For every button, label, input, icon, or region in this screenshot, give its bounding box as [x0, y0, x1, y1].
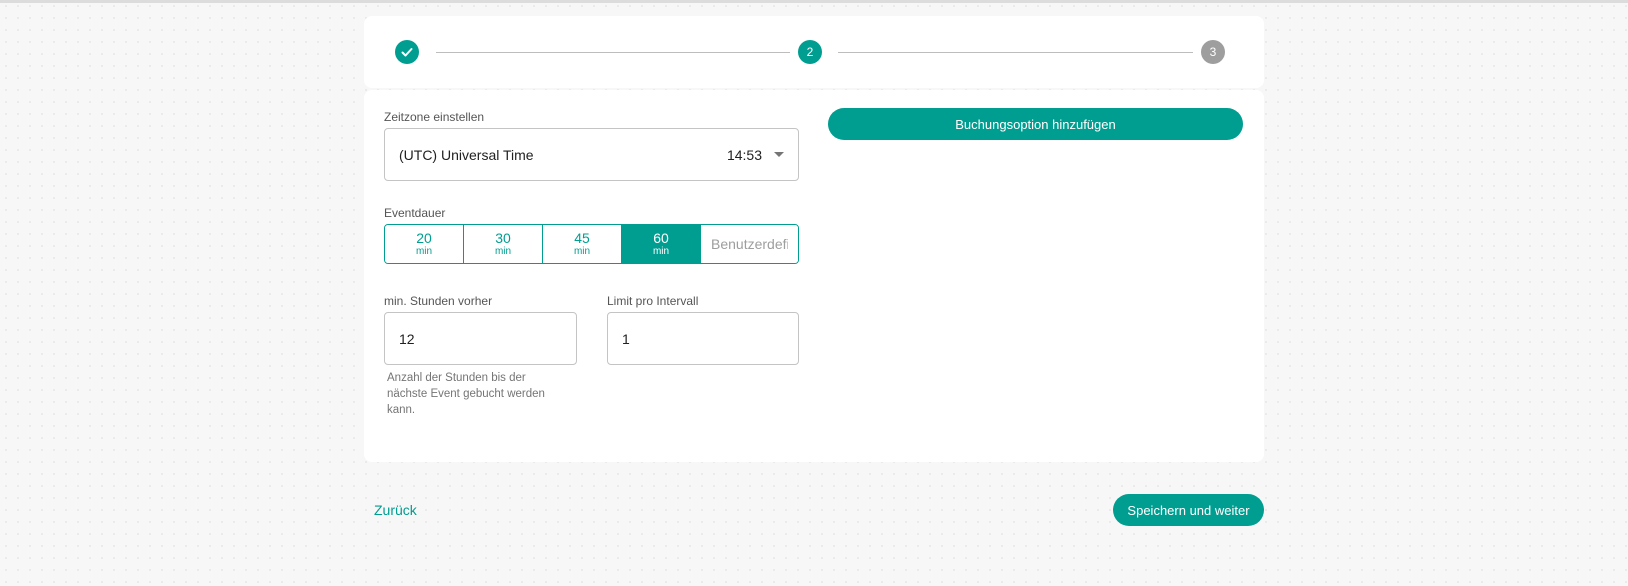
caret-down-icon	[774, 152, 784, 157]
duration-value: 60	[653, 230, 669, 246]
limit-label: Limit pro Intervall	[607, 294, 699, 308]
check-icon	[401, 48, 413, 57]
duration-option-45[interactable]: 45 min	[543, 225, 622, 263]
timezone-value: (UTC) Universal Time	[399, 146, 534, 163]
stepper: 2 3	[364, 16, 1264, 88]
duration-unit: min	[415, 246, 433, 257]
min-hours-label: min. Stunden vorher	[384, 294, 493, 308]
step-connector	[838, 52, 1193, 53]
duration-option-60[interactable]: 60 min	[622, 225, 701, 263]
duration-value: 45	[574, 230, 590, 246]
duration-option-30[interactable]: 30 min	[464, 225, 543, 263]
settings-card: Zeitzone einstellen (UTC) Universal Time…	[364, 90, 1264, 462]
timezone-label: Zeitzone einstellen	[384, 110, 485, 124]
add-booking-option-button[interactable]: Buchungsoption hinzufügen	[828, 108, 1243, 140]
limit-input[interactable]	[607, 312, 799, 365]
timezone-select[interactable]: (UTC) Universal Time 14:53	[384, 128, 799, 181]
duration-toggle-group: 20 min 30 min 45 min 60 min	[384, 224, 799, 264]
duration-unit: min	[652, 246, 670, 257]
duration-value: 20	[416, 230, 432, 246]
step-1-completed[interactable]	[395, 40, 419, 64]
duration-label: Eventdauer	[384, 206, 446, 220]
custom-duration-input[interactable]	[701, 225, 798, 263]
min-hours-input[interactable]	[384, 312, 577, 365]
duration-unit: min	[494, 246, 512, 257]
duration-option-20[interactable]: 20 min	[385, 225, 464, 263]
duration-value: 30	[495, 230, 511, 246]
step-3-pending[interactable]: 3	[1201, 40, 1225, 64]
back-link[interactable]: Zurück	[374, 502, 417, 518]
save-and-continue-button[interactable]: Speichern und weiter	[1113, 494, 1264, 526]
duration-unit: min	[573, 246, 591, 257]
min-hours-hint: Anzahl der Stunden bis der nächste Event…	[387, 372, 545, 416]
step-connector	[436, 52, 790, 53]
step-2-active[interactable]: 2	[798, 40, 822, 64]
timezone-time: 14:53	[726, 146, 762, 163]
top-divider	[0, 0, 1628, 3]
